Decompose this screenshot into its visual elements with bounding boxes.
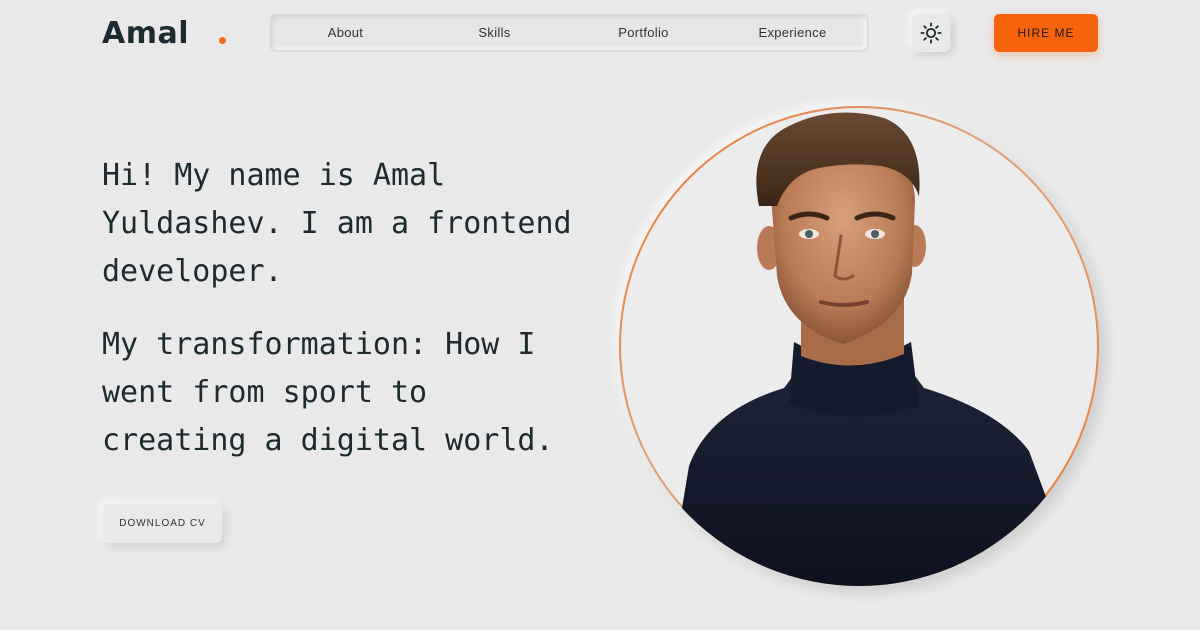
sun-icon xyxy=(920,22,942,44)
page: Amal About Skills Portfolio Experience H… xyxy=(0,0,1200,630)
hire-me-button[interactable]: HIRE ME xyxy=(994,14,1098,52)
hero-tagline: My transformation: How I went from sport… xyxy=(102,327,554,458)
main-nav: About Skills Portfolio Experience xyxy=(270,14,868,51)
logo[interactable]: Amal xyxy=(102,16,189,51)
portrait-image xyxy=(669,112,1079,586)
theme-toggle-button[interactable] xyxy=(912,14,950,52)
logo-dot xyxy=(219,37,226,44)
download-cv-button[interactable]: DOWNLOAD CV xyxy=(103,504,222,543)
nav-item-portfolio[interactable]: Portfolio xyxy=(569,25,718,40)
nav-item-experience[interactable]: Experience xyxy=(718,25,867,40)
nav-item-about[interactable]: About xyxy=(271,25,420,40)
nav-item-skills[interactable]: Skills xyxy=(420,25,569,40)
portrait-frame xyxy=(619,106,1099,586)
hero-intro: Hi! My name is Amal Yuldashev. I am a fr… xyxy=(102,158,572,289)
